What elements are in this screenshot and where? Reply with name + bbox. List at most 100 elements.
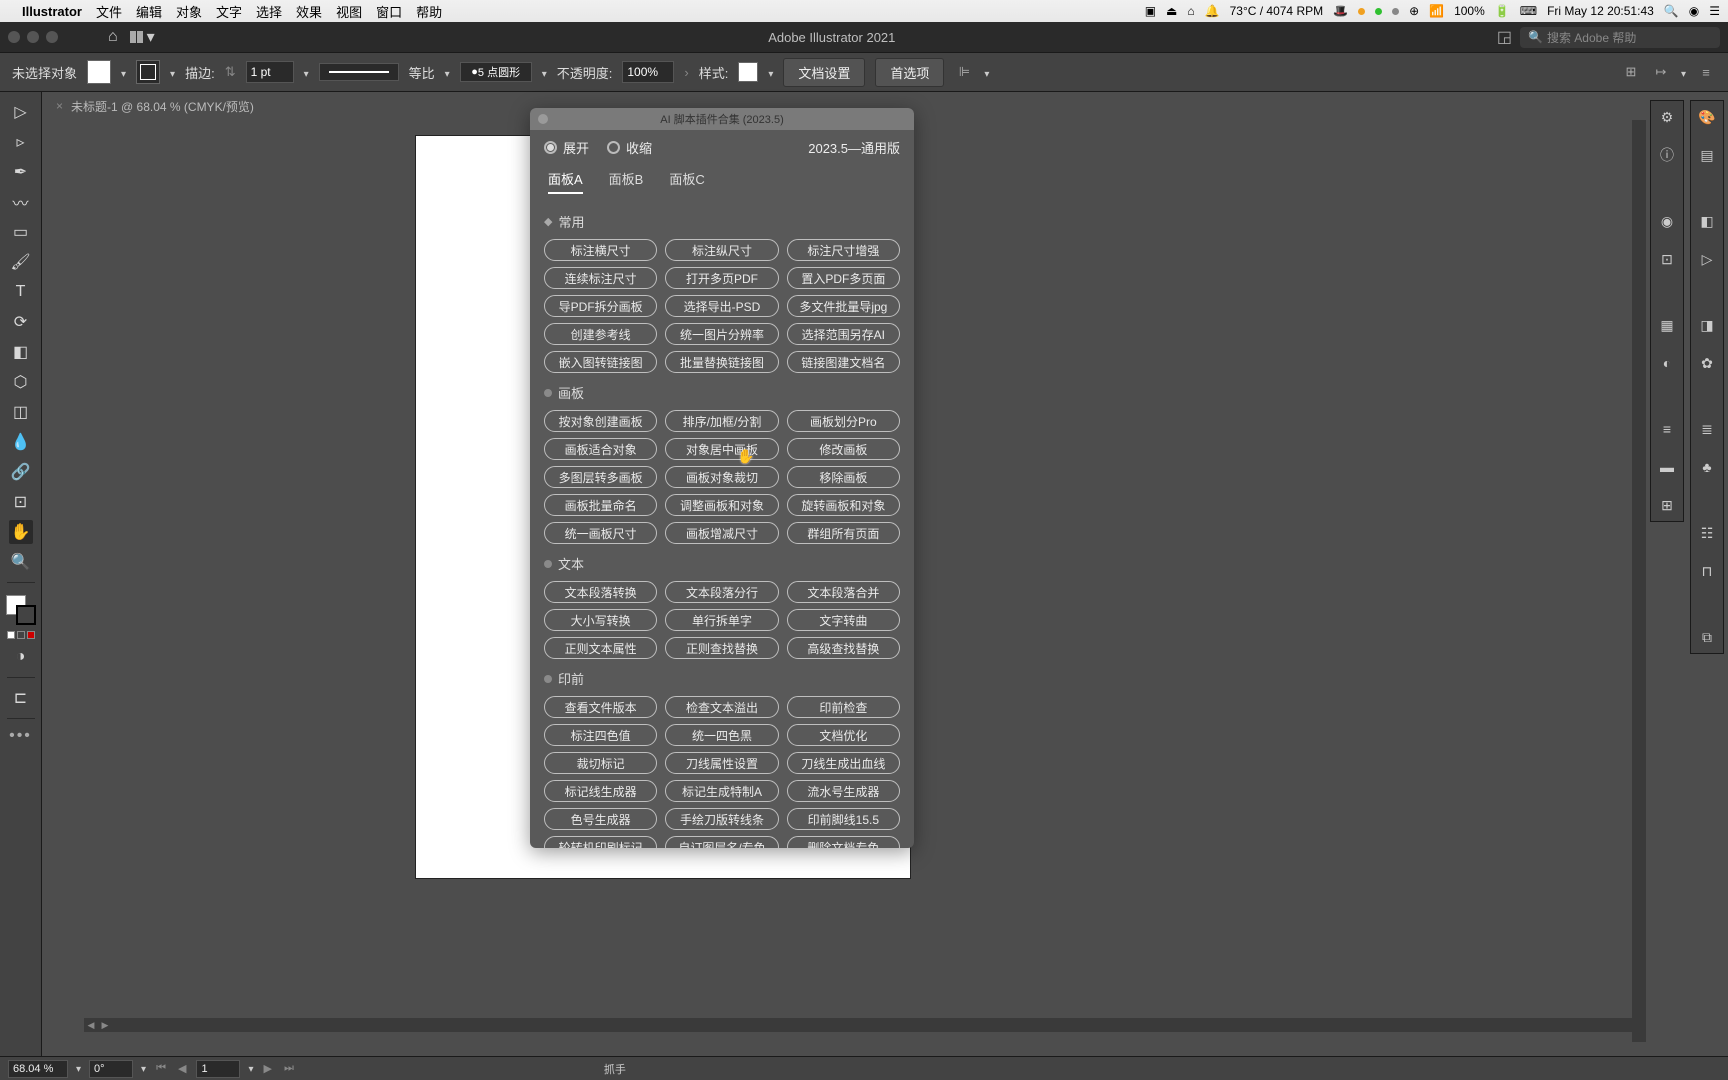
script-button[interactable]: 导PDF拆分画板 (544, 295, 657, 317)
rotate-dropdown[interactable] (141, 1063, 146, 1075)
sys-icon[interactable]: ▣ (1145, 4, 1156, 18)
panel-menu-icon[interactable]: ≡ (1696, 62, 1716, 82)
brushes-icon[interactable]: ◧ (1697, 211, 1717, 231)
script-button[interactable]: 创建参考线 (544, 323, 657, 345)
script-button[interactable]: 统一图片分辨率 (665, 323, 778, 345)
scroll-left-icon[interactable]: ◀ (84, 1018, 98, 1032)
swatches-panel-icon[interactable]: ▦ (1657, 315, 1677, 335)
asset-export-icon[interactable]: ⊓ (1697, 561, 1717, 581)
script-button[interactable]: 群组所有页面 (787, 522, 900, 544)
first-artboard-icon[interactable]: ⏮ (154, 1062, 168, 1075)
draw-mode-icon[interactable]: ◑ (9, 645, 33, 669)
stroke-panel-icon[interactable]: ▬ (1657, 457, 1677, 477)
zoom-tool-icon[interactable]: 🔍 (9, 550, 33, 574)
spotlight-icon[interactable]: 🔍 (1664, 4, 1679, 18)
script-button[interactable]: 嵌入图转链接图 (544, 351, 657, 373)
style-dropdown[interactable] (768, 65, 773, 80)
script-button[interactable]: 多图层转多画板 (544, 466, 657, 488)
opacity-input[interactable] (622, 61, 674, 83)
workspace-icon[interactable]: ◲ (1497, 27, 1512, 47)
script-button[interactable]: 画板适合对象 (544, 438, 657, 460)
window-controls[interactable] (8, 31, 58, 43)
tab-panel-a[interactable]: 面板A (548, 169, 583, 194)
close-light[interactable] (8, 31, 20, 43)
script-button[interactable]: 打开多页PDF (665, 267, 778, 289)
plugin-close-dot[interactable] (538, 114, 548, 124)
transparency-icon[interactable]: ✿ (1697, 353, 1717, 373)
script-button[interactable]: 标注横尺寸 (544, 239, 657, 261)
script-button[interactable]: 统一画板尺寸 (544, 522, 657, 544)
menu-edit[interactable]: 编辑 (136, 2, 162, 21)
script-button[interactable]: 文字转曲 (787, 609, 900, 631)
edit-toolbar-icon[interactable]: ••• (9, 727, 32, 745)
menu-help[interactable]: 帮助 (416, 2, 442, 21)
script-button[interactable]: 置入PDF多页面 (787, 267, 900, 289)
script-button[interactable]: 印前检查 (787, 696, 900, 718)
script-button[interactable]: 多文件批量导jpg (787, 295, 900, 317)
script-button[interactable]: 印前脚线15.5 (787, 808, 900, 830)
preferences-button[interactable]: 首选项 (875, 58, 944, 87)
layers-icon[interactable]: ☷ (1697, 523, 1717, 543)
color-mode-row[interactable] (7, 631, 35, 639)
links-icon[interactable]: ⧉ (1697, 627, 1717, 647)
script-button[interactable]: 统一四色黑 (665, 724, 778, 746)
script-button[interactable]: 文档优化 (787, 724, 900, 746)
eyedropper-tool-icon[interactable]: 💧 (9, 430, 33, 454)
zoom-dropdown[interactable] (76, 1063, 81, 1075)
menu-icon[interactable]: ☰ (1709, 4, 1720, 18)
style-swatch[interactable] (738, 62, 758, 82)
script-button[interactable]: 修改画板 (787, 438, 900, 460)
script-button[interactable]: 连续标注尺寸 (544, 267, 657, 289)
gradient-tool-icon[interactable]: ◫ (9, 400, 33, 424)
script-button[interactable]: 文本段落转换 (544, 581, 657, 603)
uniform-dropdown[interactable] (445, 65, 450, 80)
artboard-number-input[interactable] (196, 1060, 240, 1078)
menu-select[interactable]: 选择 (256, 2, 282, 21)
script-button[interactable]: 轮转机印刷标记 (544, 836, 657, 848)
script-button[interactable]: 按对象创建画板 (544, 410, 657, 432)
transform-icon[interactable]: ↦ (1651, 62, 1671, 82)
script-button[interactable]: 刀线属性设置 (665, 752, 778, 774)
align-icon[interactable]: ⊫ (954, 62, 974, 82)
align-panel-icon[interactable]: ≡ (1657, 419, 1677, 439)
tab-panel-b[interactable]: 面板B (609, 169, 644, 194)
prev-artboard-icon[interactable]: ◀ (176, 1062, 188, 1075)
opacity-arrow[interactable]: › (684, 65, 688, 80)
symbols-panel-icon[interactable]: ♣ (1697, 457, 1717, 477)
zoom-light[interactable] (46, 31, 58, 43)
appearance-panel-icon[interactable]: ◉ (1657, 211, 1677, 231)
zoom-input[interactable] (8, 1060, 68, 1078)
script-button[interactable]: 删除文档专色 (787, 836, 900, 848)
libraries-icon[interactable]: ▤ (1697, 145, 1717, 165)
script-button[interactable]: 正则文本属性 (544, 637, 657, 659)
document-setup-button[interactable]: 文档设置 (783, 58, 865, 87)
expand-radio[interactable]: 展开 (544, 138, 589, 157)
script-button[interactable]: 手绘刀版转线条 (665, 808, 778, 830)
pathfinder-icon[interactable]: ≣ (1697, 419, 1717, 439)
sys-icon[interactable]: 🔔 (1205, 4, 1220, 18)
script-button[interactable]: 单行拆单字 (665, 609, 778, 631)
document-view[interactable]: × 未标题-1 @ 68.04 % (CMYK/预览) AI 脚本插件合集 (2… (42, 92, 1728, 1056)
script-button[interactable]: 裁切标记 (544, 752, 657, 774)
script-button[interactable]: 色号生成器 (544, 808, 657, 830)
script-button[interactable]: 标注四色值 (544, 724, 657, 746)
script-button[interactable]: 自订图层名/专色 (665, 836, 778, 848)
script-button[interactable]: 链接图建文档名 (787, 351, 900, 373)
sys-icon[interactable]: ⊕ (1409, 4, 1419, 18)
home-icon[interactable]: ⌂ (108, 28, 118, 46)
sys-icon[interactable]: ⏏ (1166, 4, 1177, 18)
close-tab-icon[interactable]: × (56, 99, 63, 113)
blend-tool-icon[interactable]: 🔗 (9, 460, 33, 484)
transform-panel-icon[interactable]: ⊞ (1657, 495, 1677, 515)
collapse-radio[interactable]: 收缩 (607, 138, 652, 157)
artboard-tool-icon[interactable]: ⊡ (9, 490, 33, 514)
artboard-dropdown[interactable] (248, 1063, 253, 1075)
properties-panel-icon[interactable]: ⚙ (1657, 107, 1677, 127)
script-button[interactable]: 对象居中画板 (665, 438, 778, 460)
script-button[interactable]: 画板增减尺寸 (665, 522, 778, 544)
direct-selection-tool-icon[interactable]: ▹ (9, 130, 33, 154)
script-button[interactable]: 大小写转换 (544, 609, 657, 631)
hand-tool-icon[interactable]: ✋ (9, 520, 33, 544)
more-dropdown[interactable] (1681, 65, 1686, 80)
stroke-weight-dropdown[interactable] (304, 65, 309, 80)
